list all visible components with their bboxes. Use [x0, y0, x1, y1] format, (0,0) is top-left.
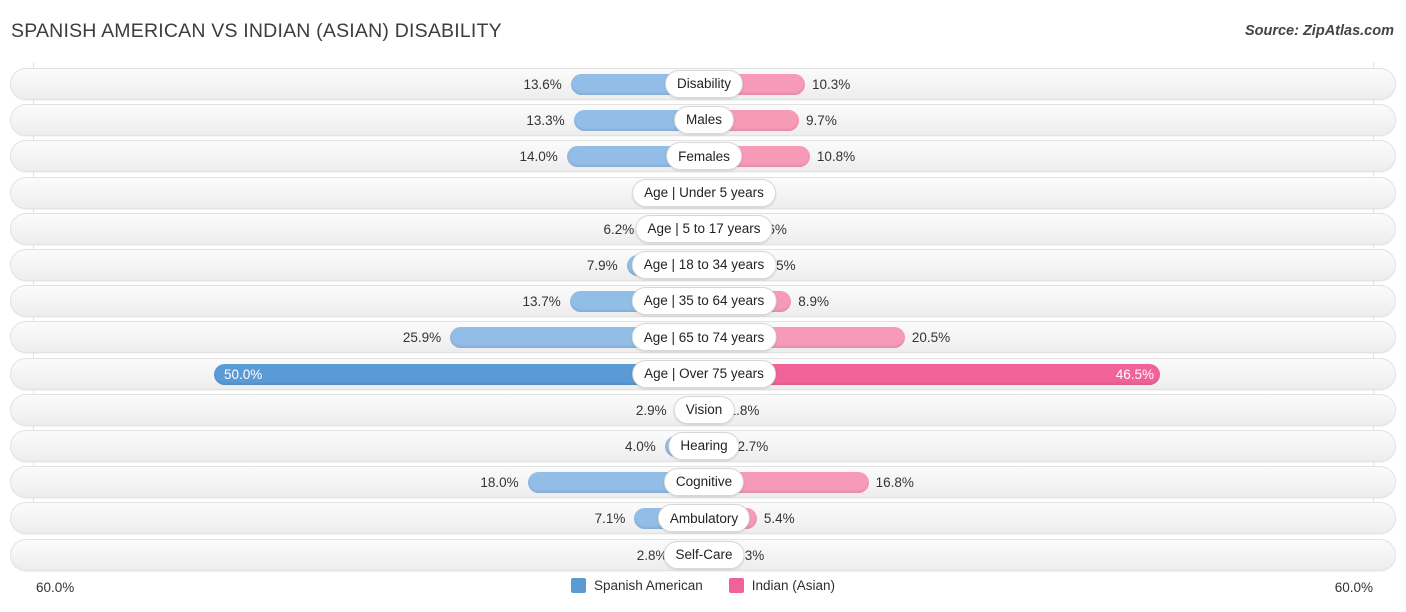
- legend-label: Spanish American: [593, 578, 703, 593]
- category-label-text: Ambulatory: [669, 510, 739, 526]
- bar-value-right-inside: 46.5%: [1115, 366, 1154, 382]
- legend-item-indian-asian: Indian (Asian): [728, 578, 836, 593]
- chart-footer: 60.0% 60.0% Spanish American Indian (Asia…: [0, 570, 1406, 612]
- category-label-text: Age | 18 to 34 years: [643, 257, 765, 273]
- category-label-pill: Females: [666, 142, 742, 171]
- bar-row: 13.7% 8.9% Age | 35 to 64 years: [10, 285, 1396, 318]
- category-label-pill: Age | Over 75 years: [632, 359, 776, 388]
- category-label-text: Disability: [676, 76, 732, 92]
- bar-value-right: 10.8%: [816, 149, 856, 165]
- legend-item-spanish-american: Spanish American: [570, 578, 703, 593]
- bar-value-left: 25.9%: [402, 330, 442, 346]
- chart-header: SPANISH AMERICAN VS INDIAN (ASIAN) DISAB…: [0, 0, 1406, 62]
- category-label-text: Age | 35 to 64 years: [643, 293, 765, 309]
- bar-row: 7.9% 5.5% Age | 18 to 34 years: [10, 249, 1396, 281]
- bar-value-left: 14.0%: [519, 149, 558, 165]
- bar-value-left: 2.9%: [635, 402, 667, 418]
- bar-value-right: 20.5%: [911, 330, 951, 346]
- category-label-text: Cognitive: [675, 474, 733, 490]
- page-title: SPANISH AMERICAN VS INDIAN (ASIAN) DISAB…: [11, 20, 502, 42]
- bar-value-left: 13.3%: [526, 113, 565, 129]
- chart-plot-area: 13.6% 10.3% Disability 13.3% 9.7% Males 14.0% 1…: [0, 62, 1406, 571]
- category-label-text: Males: [685, 112, 723, 128]
- bar-value-left: 13.6%: [523, 77, 562, 92]
- bar-value-left: 18.0%: [480, 475, 519, 491]
- bar-row: 2.8% 2.3% Self-Care: [10, 538, 1396, 571]
- legend-swatch-icon: [570, 578, 586, 593]
- bar-row: 18.0% 16.8% Cognitive: [10, 466, 1396, 499]
- category-label-pill: Age | 65 to 74 years: [631, 323, 777, 352]
- category-label-text: Age | Over 75 years: [644, 365, 764, 381]
- chart-legend: Spanish American Indian (Asian): [0, 578, 1406, 593]
- category-label-text: Self-Care: [675, 546, 733, 562]
- bar-row: 1.1%1.0%Age | Under 5 years: [10, 176, 1396, 209]
- category-label-pill: Age | 5 to 17 years: [635, 214, 773, 243]
- source-label: Source: ZipAtlas.com: [1244, 23, 1394, 39]
- category-label-text: Age | Under 5 years: [644, 184, 764, 200]
- category-label-text: Age | 5 to 17 years: [647, 221, 761, 237]
- bar-value-right: 10.3%: [811, 77, 851, 92]
- bar-value-right: 9.7%: [806, 113, 837, 129]
- bar-value-left: 7.1%: [594, 511, 626, 527]
- category-label-pill: Ambulatory: [657, 504, 751, 533]
- bar-value-right: 8.9%: [798, 294, 829, 310]
- category-label-pill: Age | 35 to 64 years: [631, 287, 777, 316]
- bar-left: [214, 363, 704, 385]
- bar-row: 6.2%4.6%Age | 5 to 17 years: [10, 212, 1396, 245]
- category-label-text: Vision: [685, 402, 723, 418]
- bar-value-left: 7.9%: [586, 258, 618, 273]
- bar-row: 13.6% 10.3% Disability: [10, 68, 1396, 100]
- bar-row: 50.0% 46.5% Age | Over 75 years: [10, 357, 1396, 390]
- legend-label: Indian (Asian): [751, 578, 836, 593]
- category-label-text: Age | 65 to 74 years: [643, 329, 765, 345]
- bar-row: 2.9% 1.8% Vision: [10, 393, 1396, 426]
- category-label-pill: Cognitive: [663, 468, 745, 497]
- category-label-pill: Vision: [673, 395, 735, 424]
- bar-row: 25.9% 20.5% Age | 65 to 74 years: [10, 321, 1396, 354]
- category-label-pill: Males: [673, 106, 735, 135]
- bar-value-left: 4.0%: [625, 439, 656, 454]
- bar-value-right: 2.7%: [737, 439, 769, 454]
- bar-value-left: 13.7%: [522, 294, 561, 310]
- bar-row: 4.0% 2.7% Hearing: [10, 430, 1396, 462]
- bar-value-right: 5.4%: [763, 511, 795, 527]
- category-label-pill: Hearing: [668, 432, 740, 460]
- bar-row: 7.1% 5.4% Ambulatory: [10, 502, 1396, 535]
- bar-value-left-inside: 50.0%: [224, 366, 263, 382]
- category-label-text: Hearing: [680, 438, 728, 454]
- bar-value-right: 16.8%: [875, 475, 914, 491]
- bar-value-left: 6.2%: [603, 221, 635, 237]
- bar-row: 14.0% 10.8% Females: [10, 140, 1396, 173]
- category-label-pill: Age | 18 to 34 years: [631, 251, 777, 279]
- category-label-pill: Disability: [664, 70, 744, 98]
- legend-swatch-icon: [728, 578, 744, 593]
- category-label-pill: Self-Care: [663, 540, 745, 569]
- category-label-text: Females: [678, 148, 730, 164]
- category-label-pill: Age | Under 5 years: [632, 178, 776, 207]
- bar-row: 13.3% 9.7% Males: [10, 104, 1396, 137]
